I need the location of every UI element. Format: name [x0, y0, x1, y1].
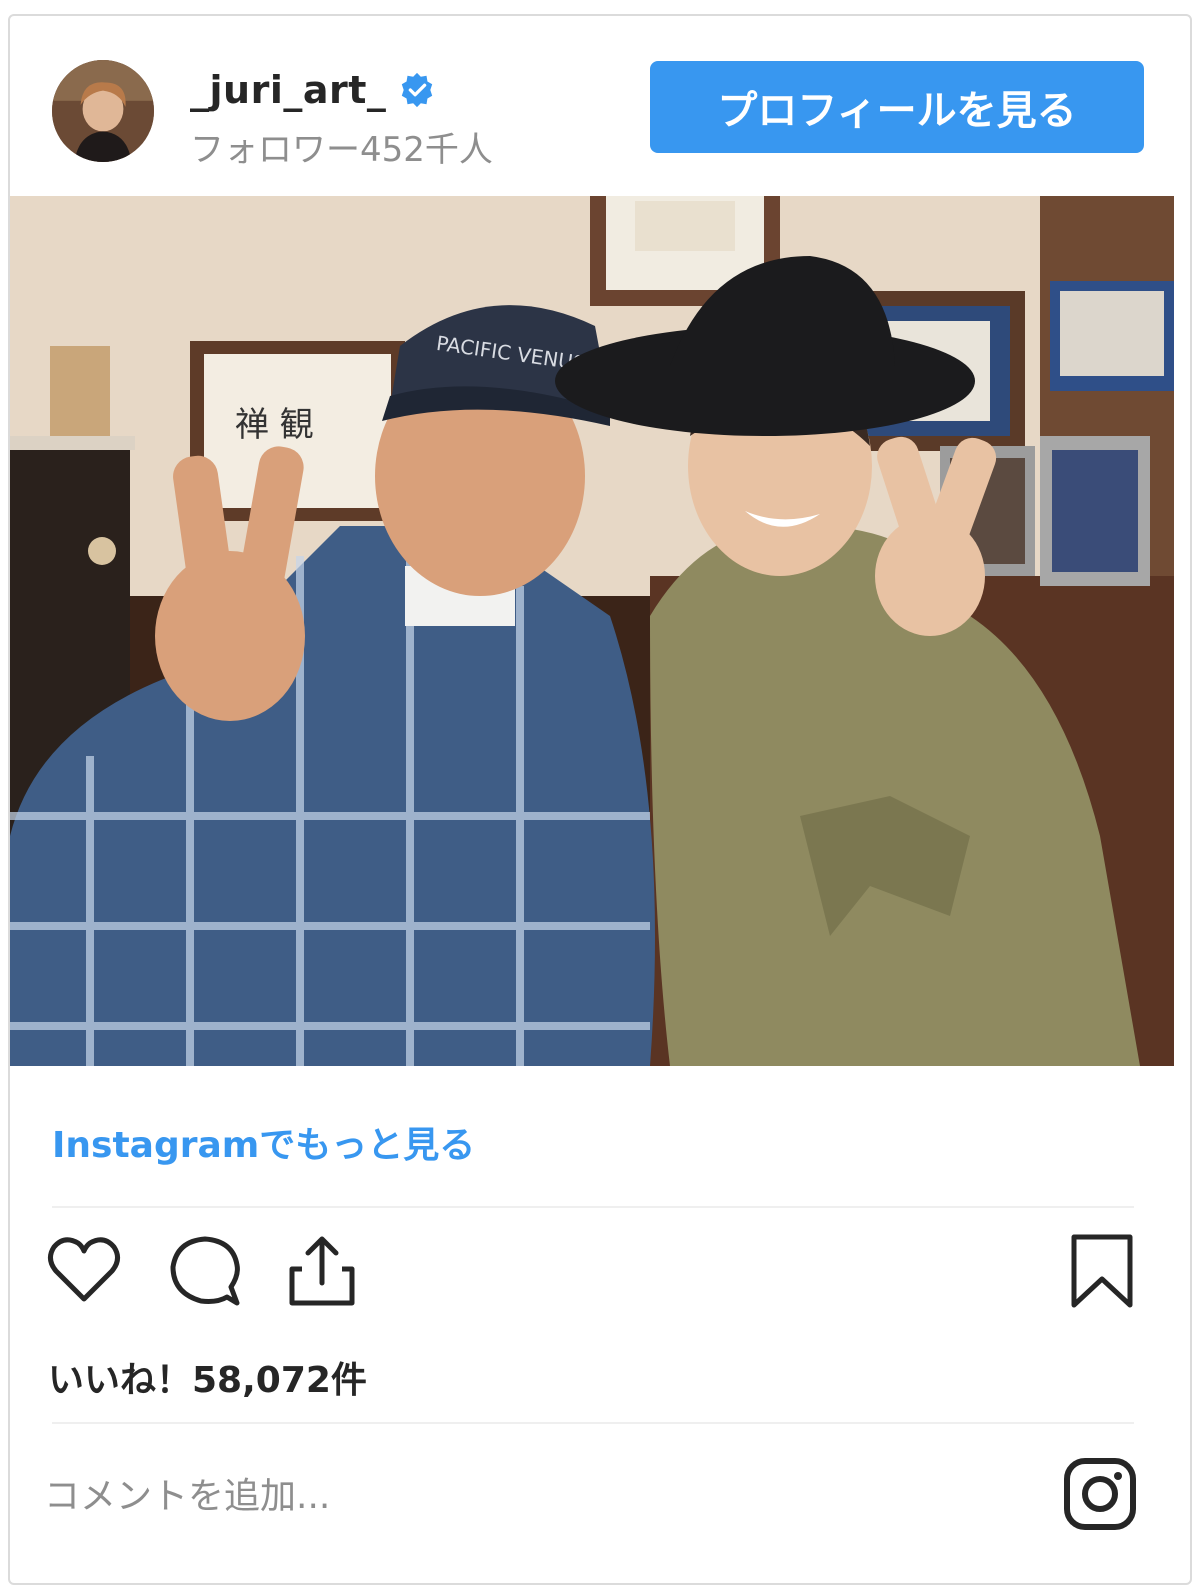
- action-bar: [10, 1231, 1190, 1321]
- avatar[interactable]: [52, 60, 154, 162]
- likes-count: いいね！58,072件: [48, 1360, 367, 1401]
- username[interactable]: _juri_art_: [190, 68, 386, 112]
- see-more-on-instagram-link[interactable]: Instagramでもっと見る: [52, 1116, 475, 1168]
- divider: [52, 1422, 1134, 1424]
- comment-input[interactable]: [44, 1461, 1004, 1531]
- post-header: _juri_art_ フォロワー452千人 プロフィールを見る: [10, 16, 1190, 196]
- divider: [52, 1206, 1134, 1208]
- share-icon[interactable]: [282, 1231, 362, 1311]
- instagram-logo-icon[interactable]: [1062, 1456, 1138, 1532]
- username-row: _juri_art_: [190, 68, 436, 112]
- instagram-embed-card: _juri_art_ フォロワー452千人 プロフィールを見る 禅 観 PACI…: [8, 14, 1192, 1585]
- comment-icon[interactable]: [165, 1231, 245, 1311]
- post-photo[interactable]: 禅 観 PACIFIC VENUS: [10, 196, 1174, 1066]
- view-profile-button[interactable]: プロフィールを見る: [650, 61, 1144, 153]
- svg-text:禅 観: 禅 観: [235, 405, 314, 445]
- verified-badge-icon: [398, 71, 436, 109]
- follower-count: フォロワー452千人: [190, 130, 493, 170]
- heart-icon[interactable]: [44, 1231, 124, 1311]
- bookmark-icon[interactable]: [1062, 1231, 1142, 1311]
